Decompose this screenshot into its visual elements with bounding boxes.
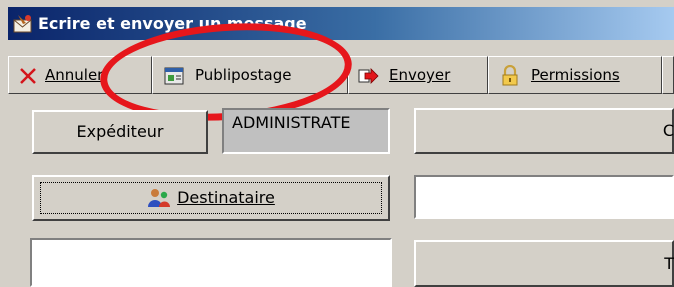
recipient-input[interactable] <box>414 175 674 219</box>
envoyer-label: Envoyer <box>389 66 451 84</box>
expediteur-button[interactable]: Expéditeur <box>32 110 208 154</box>
send-arrow-icon <box>358 68 379 84</box>
destinataire-content: Destinataire <box>147 177 275 219</box>
destinataire-button[interactable]: Destinataire <box>32 175 390 221</box>
destinataire-label: Destinataire <box>177 188 275 207</box>
right-top-button[interactable]: C <box>414 108 674 154</box>
red-x-icon <box>20 68 36 84</box>
sender-value: ADMINISTRATE <box>232 113 351 132</box>
publipostage-button[interactable]: Publipostage <box>152 56 348 94</box>
toolbar: Annuler Publipostage Envoyer Permissions <box>8 56 674 94</box>
right-bottom-button[interactable]: T <box>414 240 674 287</box>
envoyer-button[interactable]: Envoyer <box>348 56 488 94</box>
mail-merge-icon <box>164 67 184 85</box>
title-bar: Ecrire et envoyer un message <box>8 7 674 40</box>
toolbar-overflow <box>662 56 674 94</box>
permissions-label: Permissions <box>531 66 620 84</box>
right-bottom-button-label: T <box>664 254 674 273</box>
annuler-label: Annuler <box>45 66 104 84</box>
publipostage-label: Publipostage <box>195 66 292 84</box>
annuler-button[interactable]: Annuler <box>8 56 152 94</box>
message-window: Ecrire et envoyer un message Annuler Pub… <box>0 0 674 287</box>
mail-envelope-icon <box>13 15 32 33</box>
expediteur-label: Expéditeur <box>76 122 164 141</box>
window-title: Ecrire et envoyer un message <box>38 14 307 33</box>
permissions-button[interactable]: Permissions <box>488 56 662 94</box>
message-input[interactable] <box>30 238 392 287</box>
contacts-icon <box>148 189 171 207</box>
padlock-icon <box>502 65 518 86</box>
sender-field: ADMINISTRATE <box>222 108 390 154</box>
right-top-button-label: C <box>662 121 674 140</box>
